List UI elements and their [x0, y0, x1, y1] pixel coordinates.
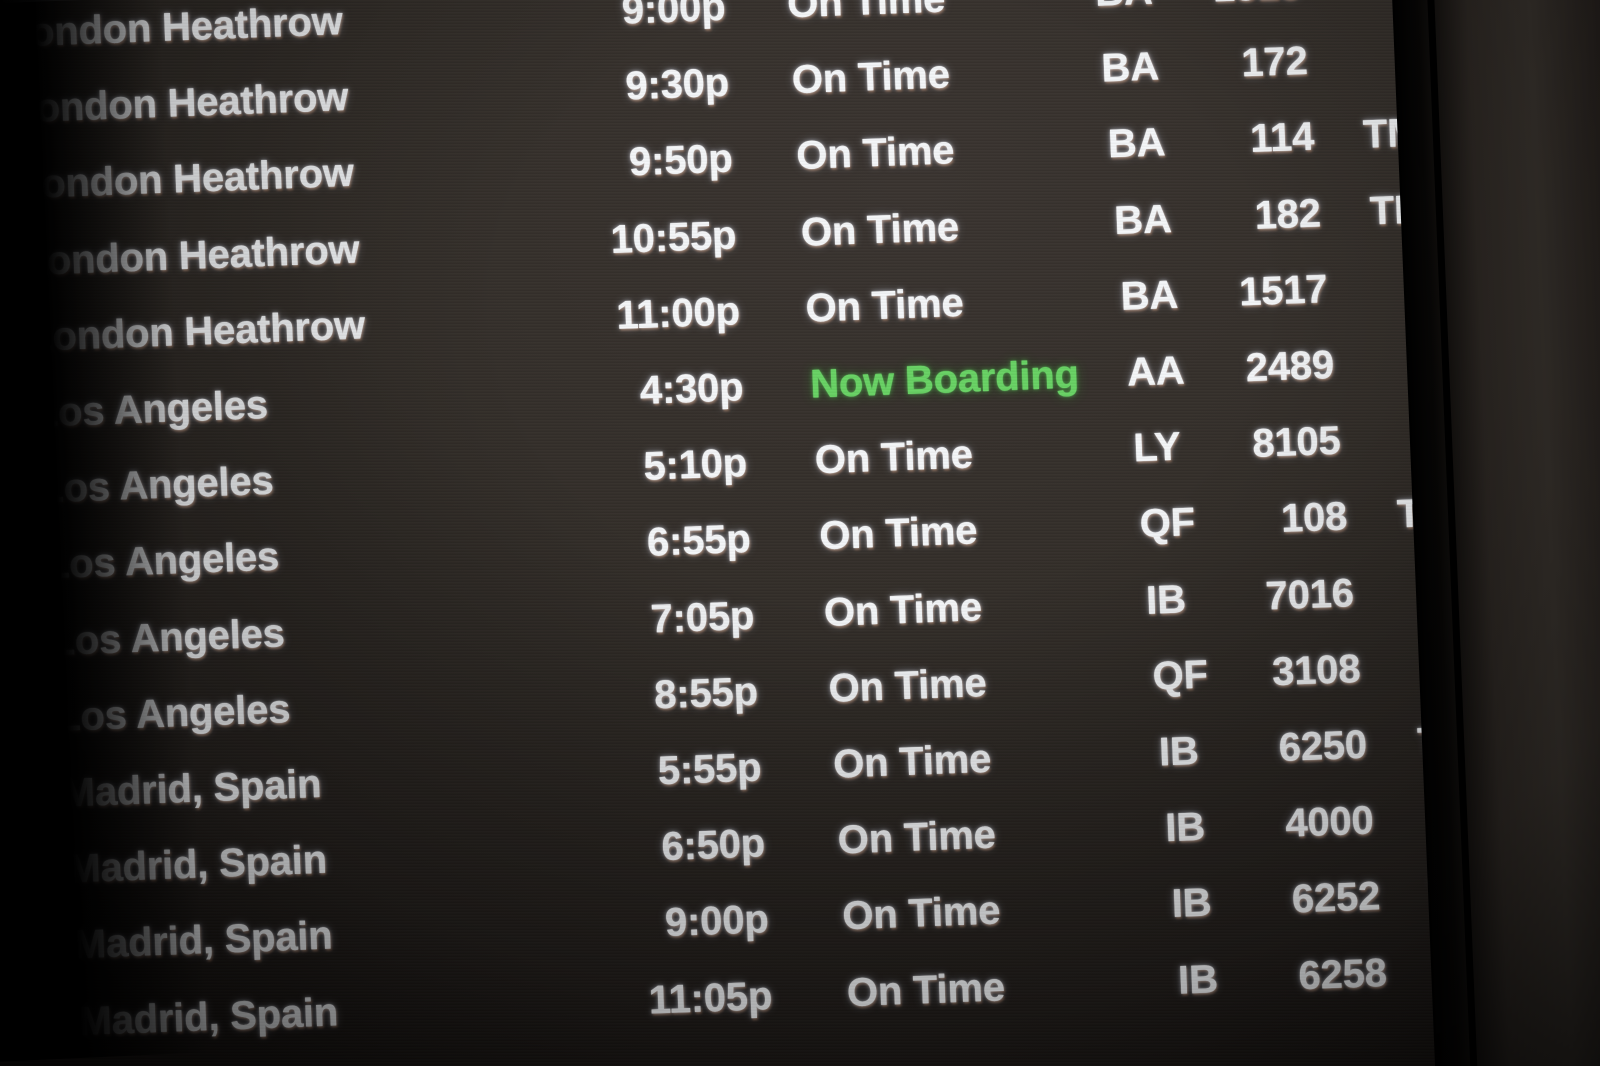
- row-airline: IB: [1177, 956, 1219, 1003]
- row-status: On Time: [818, 508, 979, 559]
- row-time: 11:00p: [615, 289, 741, 338]
- row-status: On Time: [814, 432, 974, 483]
- row-status: On Time: [836, 812, 997, 863]
- row-flight: 108: [1280, 494, 1348, 542]
- row-airline: BA: [1113, 196, 1173, 243]
- row-time: 6:50p: [660, 821, 766, 870]
- row-status: On Time: [827, 660, 988, 711]
- row-time: 9:50p: [628, 136, 734, 185]
- row-status: On Time: [800, 204, 960, 255]
- row-time: 7:05p: [649, 593, 755, 642]
- row-status: On Time: [791, 52, 951, 103]
- row-time: 6:55p: [646, 517, 752, 566]
- row-time: 5:10p: [642, 441, 748, 490]
- row-airline: QF: [1151, 652, 1209, 699]
- row-flight: 6250: [1277, 722, 1368, 770]
- row-status: Now Boarding: [809, 352, 1080, 407]
- row-time: 9:00p: [621, 0, 727, 33]
- row-status: On Time: [841, 888, 1002, 939]
- row-time: 5:55p: [657, 745, 763, 794]
- row-airline: IB: [1164, 804, 1206, 851]
- row-flight: 7016: [1264, 570, 1355, 619]
- row-flight: 3108: [1271, 646, 1362, 695]
- row-status: On Time: [823, 584, 983, 635]
- row-time: 8:55p: [653, 669, 759, 718]
- row-status: On Time: [795, 128, 956, 179]
- row-airline: BA: [1107, 120, 1166, 167]
- row-airline: QF: [1138, 500, 1196, 547]
- row-time: 11:05p: [647, 973, 773, 1023]
- row-time: 9:00p: [664, 897, 770, 946]
- row-airline: AA: [1126, 348, 1186, 395]
- row-flight: 172: [1240, 39, 1309, 86]
- row-airline: IB: [1158, 729, 1200, 775]
- row-airline: LY: [1132, 424, 1182, 471]
- row-flight: 6258: [1297, 950, 1388, 998]
- row-status: On Time: [804, 280, 965, 331]
- row-flight: 2489: [1244, 342, 1335, 391]
- row-flight: 4000: [1284, 798, 1375, 846]
- row-time: 10:55p: [609, 212, 737, 262]
- row-flight: 1517: [1238, 266, 1329, 315]
- row-airline: IB: [1170, 880, 1213, 927]
- row-flight: 114: [1249, 115, 1315, 162]
- row-status: On Time: [846, 964, 1006, 1015]
- row-flight: 1515: [1165, 0, 1302, 16]
- row-flight: 182: [1253, 191, 1322, 238]
- row-time: 9:30p: [624, 60, 730, 109]
- row-status: On Time: [786, 0, 946, 27]
- departure-board-photo: London Heathrow9:00pOn TimeBA151547Londo…: [0, 0, 1600, 1066]
- row-status: On Time: [832, 736, 992, 787]
- row-airline: BA: [1094, 0, 1166, 19]
- row-flight: 6252: [1291, 874, 1381, 922]
- departures-table: London Heathrow9:00pOn TimeBA151547Londo…: [0, 0, 1600, 1066]
- row-flight: 8105: [1251, 418, 1342, 467]
- row-time: 4:30p: [639, 365, 745, 413]
- row-airline: IB: [1145, 577, 1187, 623]
- row-airline: BA: [1100, 44, 1160, 91]
- row-airline: BA: [1119, 272, 1179, 319]
